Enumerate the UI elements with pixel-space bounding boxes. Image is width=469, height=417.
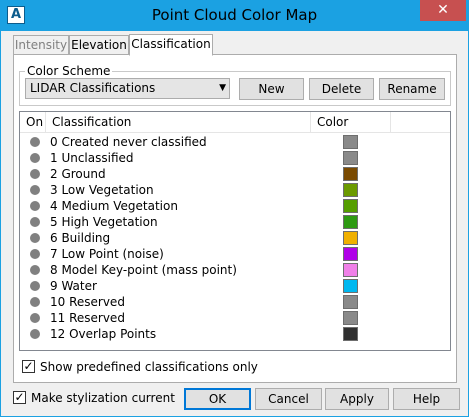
classification-label: 9 Water <box>50 279 97 293</box>
table-row[interactable]: 6 Building <box>20 230 450 246</box>
color-swatch[interactable] <box>343 327 358 341</box>
tab-elevation[interactable]: Elevation <box>69 35 129 55</box>
on-toggle-icon[interactable] <box>30 265 40 275</box>
chevron-down-icon: ▼ <box>219 83 226 93</box>
color-swatch[interactable] <box>343 231 358 245</box>
classification-label: 2 Ground <box>50 167 106 181</box>
tab-classification[interactable]: Classification <box>129 34 213 56</box>
color-swatch[interactable] <box>343 183 358 197</box>
classification-label: 7 Low Point (noise) <box>50 247 164 261</box>
classification-label: 8 Model Key-point (mass point) <box>50 263 237 277</box>
on-toggle-icon[interactable] <box>30 329 40 339</box>
table-row[interactable]: 8 Model Key-point (mass point) <box>20 262 450 278</box>
color-swatch[interactable] <box>343 263 358 277</box>
table-row[interactable]: 4 Medium Vegetation <box>20 198 450 214</box>
color-swatch[interactable] <box>343 199 358 213</box>
classification-label: 4 Medium Vegetation <box>50 199 178 213</box>
title-bar: A Point Cloud Color Map ✕ <box>0 0 469 31</box>
color-scheme-dropdown[interactable]: LIDAR Classifications ▼ <box>25 78 230 99</box>
table-row[interactable]: 9 Water <box>20 278 450 294</box>
table-row[interactable]: 2 Ground <box>20 166 450 182</box>
color-swatch[interactable] <box>343 151 358 165</box>
show-predefined-label: Show predefined classifications only <box>40 360 258 374</box>
on-toggle-icon[interactable] <box>30 185 40 195</box>
on-toggle-icon[interactable] <box>30 137 40 147</box>
table-row[interactable]: 1 Unclassified <box>20 150 450 166</box>
window-title: Point Cloud Color Map <box>151 6 318 24</box>
color-swatch[interactable] <box>343 247 358 261</box>
on-toggle-icon[interactable] <box>30 153 40 163</box>
color-swatch[interactable] <box>343 215 358 229</box>
column-header-color[interactable]: Color <box>311 112 391 133</box>
classification-label: 1 Unclassified <box>50 151 134 165</box>
table-row[interactable]: 0 Created never classified <box>20 134 450 150</box>
on-toggle-icon[interactable] <box>30 249 40 259</box>
help-button[interactable]: Help <box>393 388 460 410</box>
classification-label: 6 Building <box>50 231 111 245</box>
table-row[interactable]: 3 Low Vegetation <box>20 182 450 198</box>
make-current-checkbox[interactable]: ✓ <box>13 390 26 404</box>
color-swatch[interactable] <box>343 295 358 309</box>
on-toggle-icon[interactable] <box>30 169 40 179</box>
classification-label: 3 Low Vegetation <box>50 183 154 197</box>
on-toggle-icon[interactable] <box>30 201 40 211</box>
classification-label: 5 High Vegetation <box>50 215 158 229</box>
column-header-classification[interactable]: Classification <box>46 112 311 133</box>
show-predefined-checkbox[interactable]: ✓ <box>22 359 35 373</box>
apply-button[interactable]: Apply <box>325 388 389 410</box>
classification-label: 0 Created never classified <box>50 135 207 149</box>
table-row[interactable]: 7 Low Point (noise) <box>20 246 450 262</box>
color-swatch[interactable] <box>343 279 358 293</box>
column-header-on[interactable]: On <box>20 112 46 133</box>
list-header: On Classification Color <box>20 112 450 133</box>
on-toggle-icon[interactable] <box>30 233 40 243</box>
color-swatch[interactable] <box>343 135 358 149</box>
color-swatch[interactable] <box>343 167 358 181</box>
on-toggle-icon[interactable] <box>30 281 40 291</box>
new-button[interactable]: New <box>239 78 304 100</box>
classification-label: 12 Overlap Points <box>50 327 157 341</box>
classification-list[interactable]: On Classification Color 0 Created never … <box>19 111 451 351</box>
color-scheme-selected: LIDAR Classifications <box>30 81 156 95</box>
make-current-label: Make stylization current <box>31 391 175 405</box>
rename-button[interactable]: Rename <box>379 78 445 100</box>
on-toggle-icon[interactable] <box>30 297 40 307</box>
cancel-button[interactable]: Cancel <box>255 388 322 410</box>
tab-intensity[interactable]: Intensity <box>13 35 69 55</box>
color-scheme-legend: Color Scheme <box>25 64 113 78</box>
table-row[interactable]: 12 Overlap Points <box>20 326 450 342</box>
close-icon: ✕ <box>437 2 449 18</box>
on-toggle-icon[interactable] <box>30 313 40 323</box>
classification-label: 11 Reserved <box>50 311 125 325</box>
checkmark-icon: ✓ <box>23 359 34 373</box>
checkmark-icon: ✓ <box>14 390 25 404</box>
table-row[interactable]: 5 High Vegetation <box>20 214 450 230</box>
close-button[interactable]: ✕ <box>420 0 466 21</box>
classification-label: 10 Reserved <box>50 295 125 309</box>
delete-button[interactable]: Delete <box>309 78 374 100</box>
ok-button[interactable]: OK <box>184 388 251 410</box>
color-swatch[interactable] <box>343 311 358 325</box>
on-toggle-icon[interactable] <box>30 217 40 227</box>
table-row[interactable]: 10 Reserved <box>20 294 450 310</box>
table-row[interactable]: 11 Reserved <box>20 310 450 326</box>
